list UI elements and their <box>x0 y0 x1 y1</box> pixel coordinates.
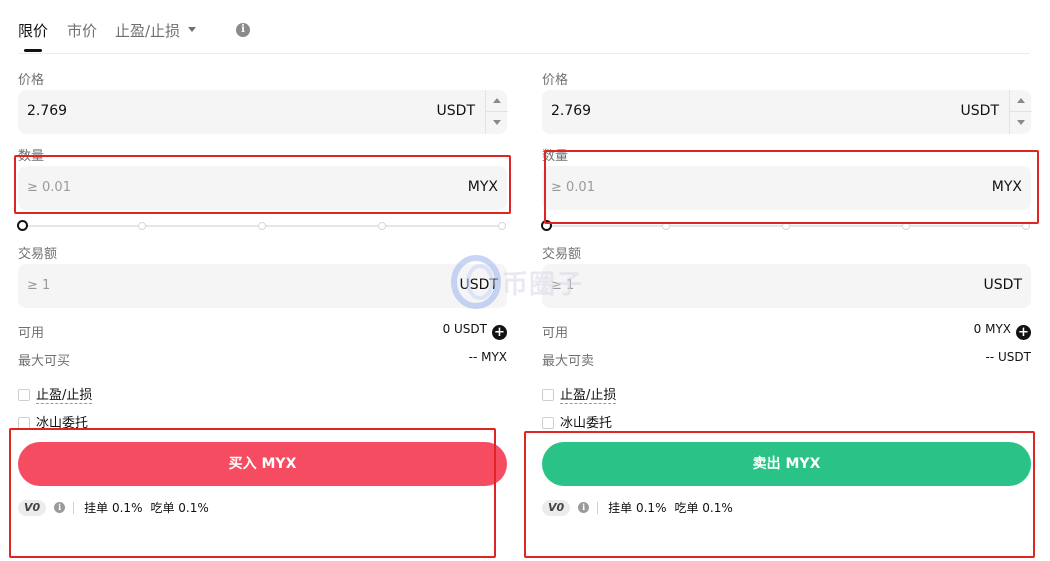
slider-step-75[interactable] <box>902 222 910 230</box>
slider-step-25[interactable] <box>662 222 670 230</box>
buy-price-increment[interactable] <box>486 90 508 112</box>
sell-iceberg-label: 冰山委托 <box>560 416 613 431</box>
checkbox-icon[interactable] <box>542 417 554 429</box>
checkbox-icon[interactable] <box>542 389 554 401</box>
sell-price-unit: USDT <box>960 103 999 119</box>
buy-price-input[interactable]: 2.769 USDT <box>18 90 508 134</box>
buy-tpsl-checkbox[interactable]: 止盈/止损 <box>18 384 93 404</box>
sell-available-value: 0 MYX <box>973 322 1011 336</box>
caret-up-icon <box>1017 98 1025 103</box>
buy-button[interactable]: 买入 MYX <box>18 442 507 486</box>
sell-price-stepper <box>1009 90 1032 134</box>
sell-amount-unit: USDT <box>983 277 1022 293</box>
sell-iceberg-checkbox[interactable]: 冰山委托 <box>542 412 612 431</box>
divider <box>73 501 75 514</box>
caret-up-icon <box>493 98 501 103</box>
checkbox-icon[interactable] <box>18 389 30 401</box>
sell-price-input[interactable]: 2.769 USDT <box>542 90 1032 134</box>
slider-step-100[interactable] <box>498 222 506 230</box>
sell-qty-unit: MYX <box>991 179 1022 195</box>
buy-qty-input[interactable]: ≥ 0.01 MYX <box>18 166 507 210</box>
sell-fee-info: V0 i 挂单 0.1% 吃单 0.1% <box>542 499 741 516</box>
slider-step-50[interactable] <box>782 222 790 230</box>
sell-qty-input[interactable]: ≥ 0.01 MYX <box>542 166 1031 210</box>
watermark: 币圈子 <box>450 252 600 312</box>
buy-amount-label: 交易额 <box>18 247 58 262</box>
sell-price-increment[interactable] <box>1010 90 1032 112</box>
buy-qty-unit: MYX <box>467 179 498 195</box>
buy-fee-info: V0 i 挂单 0.1% 吃单 0.1% <box>18 499 217 516</box>
sell-qty-label: 数量 <box>542 149 569 164</box>
taker-fee: 吃单 0.1% <box>150 501 209 515</box>
sell-panel: 价格 2.769 USDT 数量 ≥ 0.01 MYX 交易额 ≥ 1 USDT… <box>541 0 1032 561</box>
buy-panel: 价格 2.769 USDT 数量 ≥ 0.01 MYX 交易额 ≥ 1 USDT… <box>17 0 508 561</box>
slider-step-50[interactable] <box>258 222 266 230</box>
buy-qty-label: 数量 <box>18 149 45 164</box>
buy-max-value: -- MYX <box>468 350 507 364</box>
buy-price-decrement[interactable] <box>486 112 508 134</box>
taker-fee: 吃单 0.1% <box>674 501 733 515</box>
buy-price-unit: USDT <box>436 103 475 119</box>
sell-max-value: -- USDT <box>985 350 1031 364</box>
sell-tpsl-checkbox[interactable]: 止盈/止损 <box>542 384 617 404</box>
add-funds-icon[interactable]: + <box>492 325 507 340</box>
slider-handle[interactable] <box>541 220 552 231</box>
add-funds-icon[interactable]: + <box>1016 325 1031 340</box>
buy-amount-slider[interactable] <box>17 220 507 232</box>
buy-price-stepper <box>485 90 508 134</box>
sell-available-label: 可用 <box>542 326 569 341</box>
slider-step-25[interactable] <box>138 222 146 230</box>
buy-amount-placeholder: ≥ 1 <box>27 278 51 293</box>
watermark-text: 币圈子 <box>502 270 584 300</box>
vip-level-badge[interactable]: V0 <box>18 499 47 516</box>
sell-price-decrement[interactable] <box>1010 112 1032 134</box>
slider-handle[interactable] <box>17 220 28 231</box>
watermark-logo-icon <box>451 255 501 309</box>
maker-fee: 挂单 0.1% <box>608 501 667 515</box>
caret-down-icon <box>1017 120 1025 125</box>
buy-qty-placeholder: ≥ 0.01 <box>27 180 71 195</box>
sell-price-label: 价格 <box>542 73 569 88</box>
info-icon[interactable]: i <box>54 502 66 513</box>
buy-iceberg-checkbox[interactable]: 冰山委托 <box>18 412 88 431</box>
sell-button[interactable]: 卖出 MYX <box>542 442 1031 486</box>
buy-available-label: 可用 <box>18 326 45 341</box>
buy-available-value: 0 USDT <box>442 322 487 336</box>
divider <box>597 501 599 514</box>
info-icon[interactable]: i <box>578 502 590 513</box>
slider-step-100[interactable] <box>1022 222 1030 230</box>
sell-tpsl-label: 止盈/止损 <box>560 388 617 404</box>
buy-tpsl-label: 止盈/止损 <box>36 388 93 404</box>
sell-price-value: 2.769 <box>551 103 592 119</box>
vip-level-badge[interactable]: V0 <box>542 499 571 516</box>
caret-down-icon <box>493 120 501 125</box>
sell-amount-input[interactable]: ≥ 1 USDT <box>542 264 1031 308</box>
sell-qty-placeholder: ≥ 0.01 <box>551 180 595 195</box>
buy-max-label: 最大可买 <box>18 354 71 369</box>
buy-price-value: 2.769 <box>27 103 68 119</box>
slider-step-75[interactable] <box>378 222 386 230</box>
checkbox-icon[interactable] <box>18 417 30 429</box>
buy-amount-input[interactable]: ≥ 1 USDT <box>18 264 507 308</box>
buy-price-label: 价格 <box>18 73 45 88</box>
buy-iceberg-label: 冰山委托 <box>36 416 89 431</box>
sell-max-label: 最大可卖 <box>542 354 595 369</box>
sell-amount-slider[interactable] <box>541 220 1031 232</box>
maker-fee: 挂单 0.1% <box>84 501 143 515</box>
